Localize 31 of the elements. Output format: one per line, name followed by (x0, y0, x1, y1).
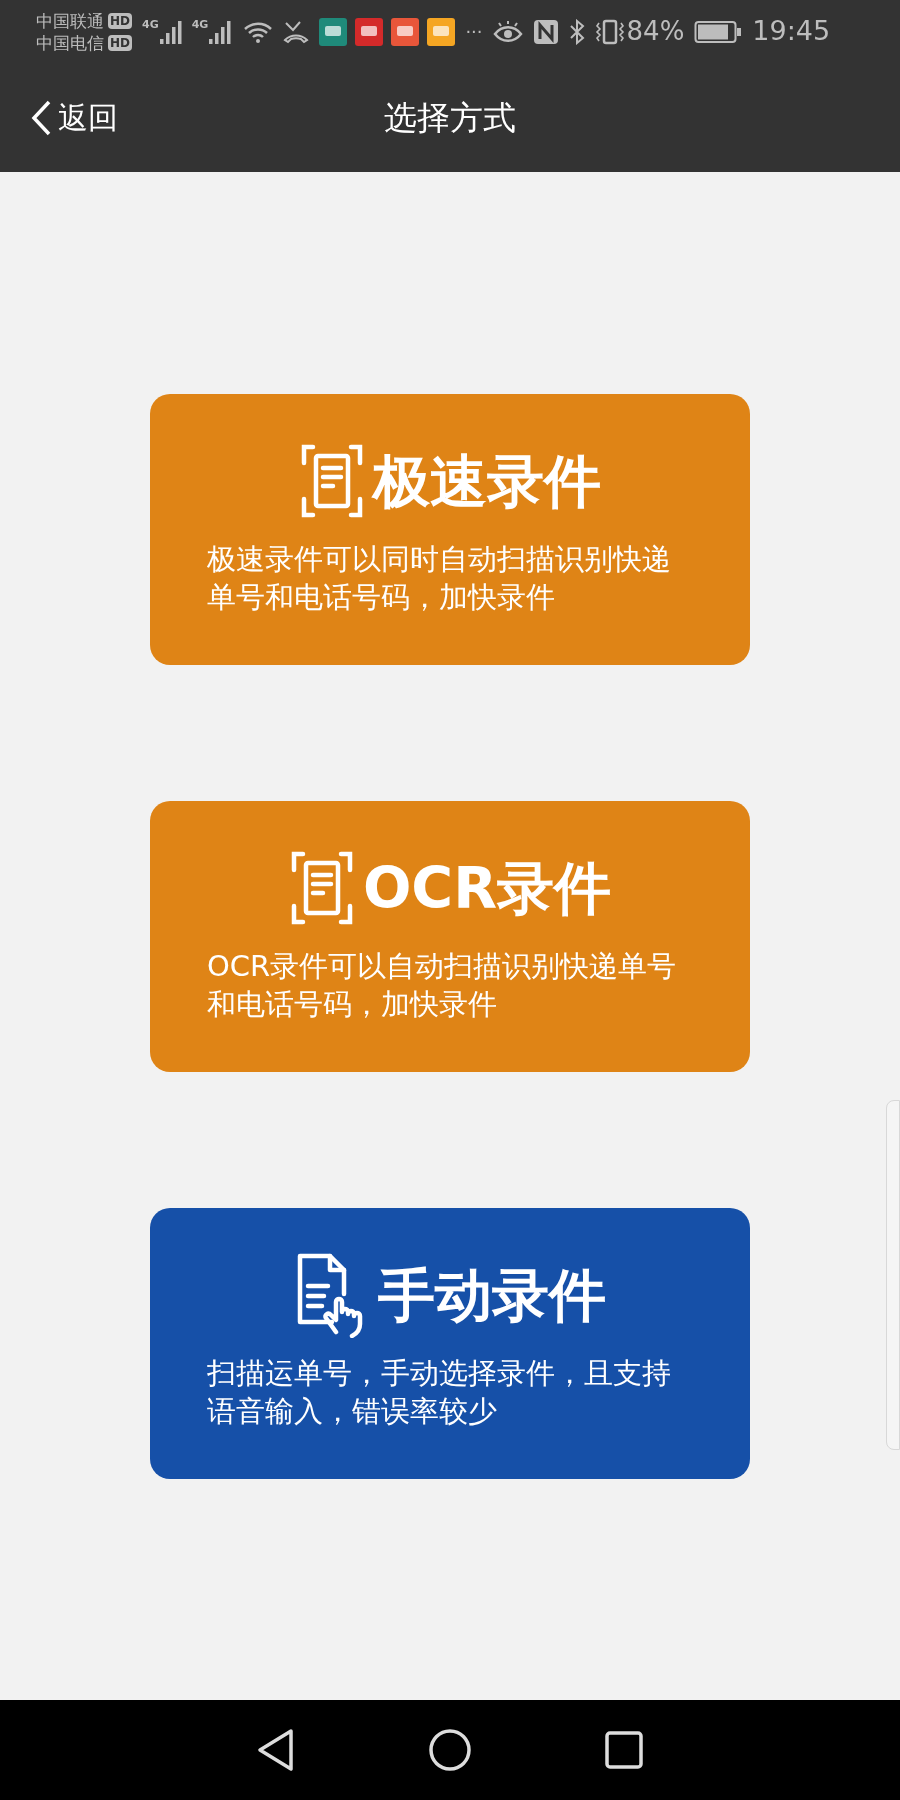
option-description: 扫描运单号，手动选择录件，且支持语音输入，错误率较少 (207, 1355, 672, 1430)
network-type: 4G (191, 18, 209, 31)
option-description: 极速录件可以同时自动扫描识别快递单号和电话号码，加快录件 (207, 541, 672, 616)
signal-icon (159, 18, 184, 45)
document-scan-icon (299, 444, 365, 518)
network-type: 4G (142, 18, 159, 31)
carrier-name: 中国联通 (36, 10, 104, 31)
recents-icon[interactable] (604, 1730, 644, 1770)
back-triangle-icon[interactable] (256, 1728, 296, 1772)
option-title: 手动录件 (378, 1263, 606, 1327)
battery-percent: 84% (626, 15, 685, 48)
clock: 19:45 (752, 14, 831, 49)
eye-icon (492, 20, 523, 43)
bluetooth-icon (568, 18, 585, 45)
page-title: 选择方式 (384, 96, 516, 139)
option-title: OCR录件 (362, 856, 612, 920)
home-icon[interactable] (428, 1728, 472, 1772)
nfc-icon (532, 18, 559, 45)
signal-icon (209, 18, 234, 45)
more-notifications: ··· (465, 20, 483, 44)
vibrate-icon (594, 18, 625, 45)
carrier-name: 中国电信 (36, 32, 104, 53)
hd-badge: HD (108, 34, 132, 51)
hd-badge: HD (108, 12, 132, 29)
back-icon (30, 98, 52, 137)
back-button[interactable]: 返回 (30, 95, 118, 140)
option-title: 极速录件 (373, 449, 601, 513)
option-description: OCR录件可以自动扫描识别快递单号和电话号码，加快录件 (207, 948, 678, 1023)
option-card[interactable]: 手动录件 扫描运单号，手动选择录件，且支持语音输入，错误率较少 (150, 1208, 750, 1479)
missed-call-icon (283, 19, 310, 44)
battery-icon (694, 18, 743, 45)
